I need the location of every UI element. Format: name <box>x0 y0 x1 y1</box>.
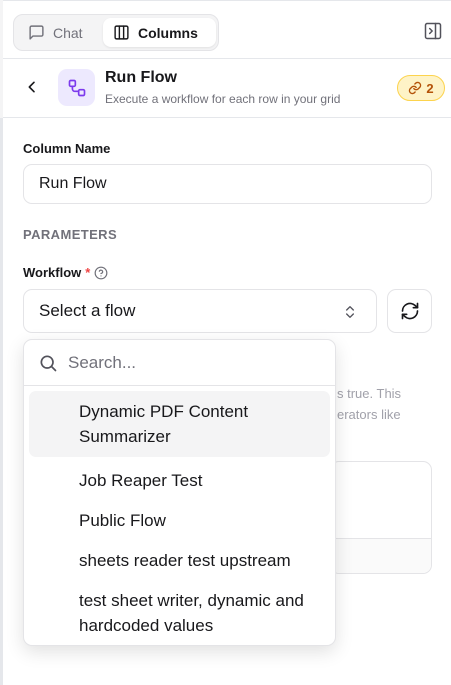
flow-search <box>24 340 335 386</box>
flow-option[interactable]: Dynamic PDF Content Summarizer <box>29 391 330 457</box>
workflow-label-row: Workflow * <box>23 265 108 280</box>
back-arrow-icon[interactable] <box>24 79 40 95</box>
tab-columns[interactable]: Columns <box>103 18 216 47</box>
required-mark: * <box>85 265 91 280</box>
background-help-text-2: erators like <box>337 407 401 422</box>
flow-icon <box>58 69 95 106</box>
badge-count: 2 <box>426 80 434 96</box>
credits-badge: 2 <box>397 75 445 101</box>
background-help-text-1: s true. This <box>337 386 402 401</box>
workflow-label: Workflow <box>23 265 82 280</box>
panel-toggle-icon[interactable] <box>423 21 443 41</box>
tab-columns-label: Columns <box>138 24 198 41</box>
column-name-label: Column Name <box>23 141 111 156</box>
chevron-up-down-icon <box>346 306 354 318</box>
search-icon <box>40 355 57 371</box>
column-name-value: Run Flow <box>39 175 107 192</box>
page-title: Run Flow <box>105 69 177 86</box>
tab-chat-label: Chat <box>53 24 83 41</box>
view-switcher: Chat Columns <box>13 14 219 51</box>
column-header: Run Flow Execute a workflow for each row… <box>3 59 451 118</box>
tab-chat[interactable]: Chat <box>18 18 102 47</box>
workflow-select-value: Select a flow <box>39 301 136 320</box>
chat-bubble-icon <box>29 25 44 40</box>
flow-option[interactable]: Public Flow <box>29 500 330 541</box>
link-chain-icon <box>409 81 422 95</box>
search-input[interactable] <box>68 352 308 373</box>
columns-icon <box>114 25 129 40</box>
flow-option[interactable]: test sheet writer, dynamic and hardcoded… <box>29 580 330 645</box>
flow-option[interactable]: Job Reaper Test <box>29 460 330 501</box>
refresh-icon <box>401 302 418 320</box>
column-name-input[interactable]: Run Flow <box>23 164 432 204</box>
background-card <box>330 461 432 574</box>
flow-option[interactable]: sheets reader test upstream <box>29 540 330 581</box>
top-bar: Chat Columns <box>3 0 451 59</box>
workflow-select[interactable]: Select a flow <box>23 289 377 333</box>
help-circle-icon[interactable] <box>94 266 108 280</box>
refresh-flows-button[interactable] <box>387 289 432 333</box>
page-subtitle: Execute a workflow for each row in your … <box>105 92 341 106</box>
parameters-heading: PARAMETERS <box>23 227 118 242</box>
flow-dropdown: Dynamic PDF Content Summarizer Job Reape… <box>23 339 336 646</box>
